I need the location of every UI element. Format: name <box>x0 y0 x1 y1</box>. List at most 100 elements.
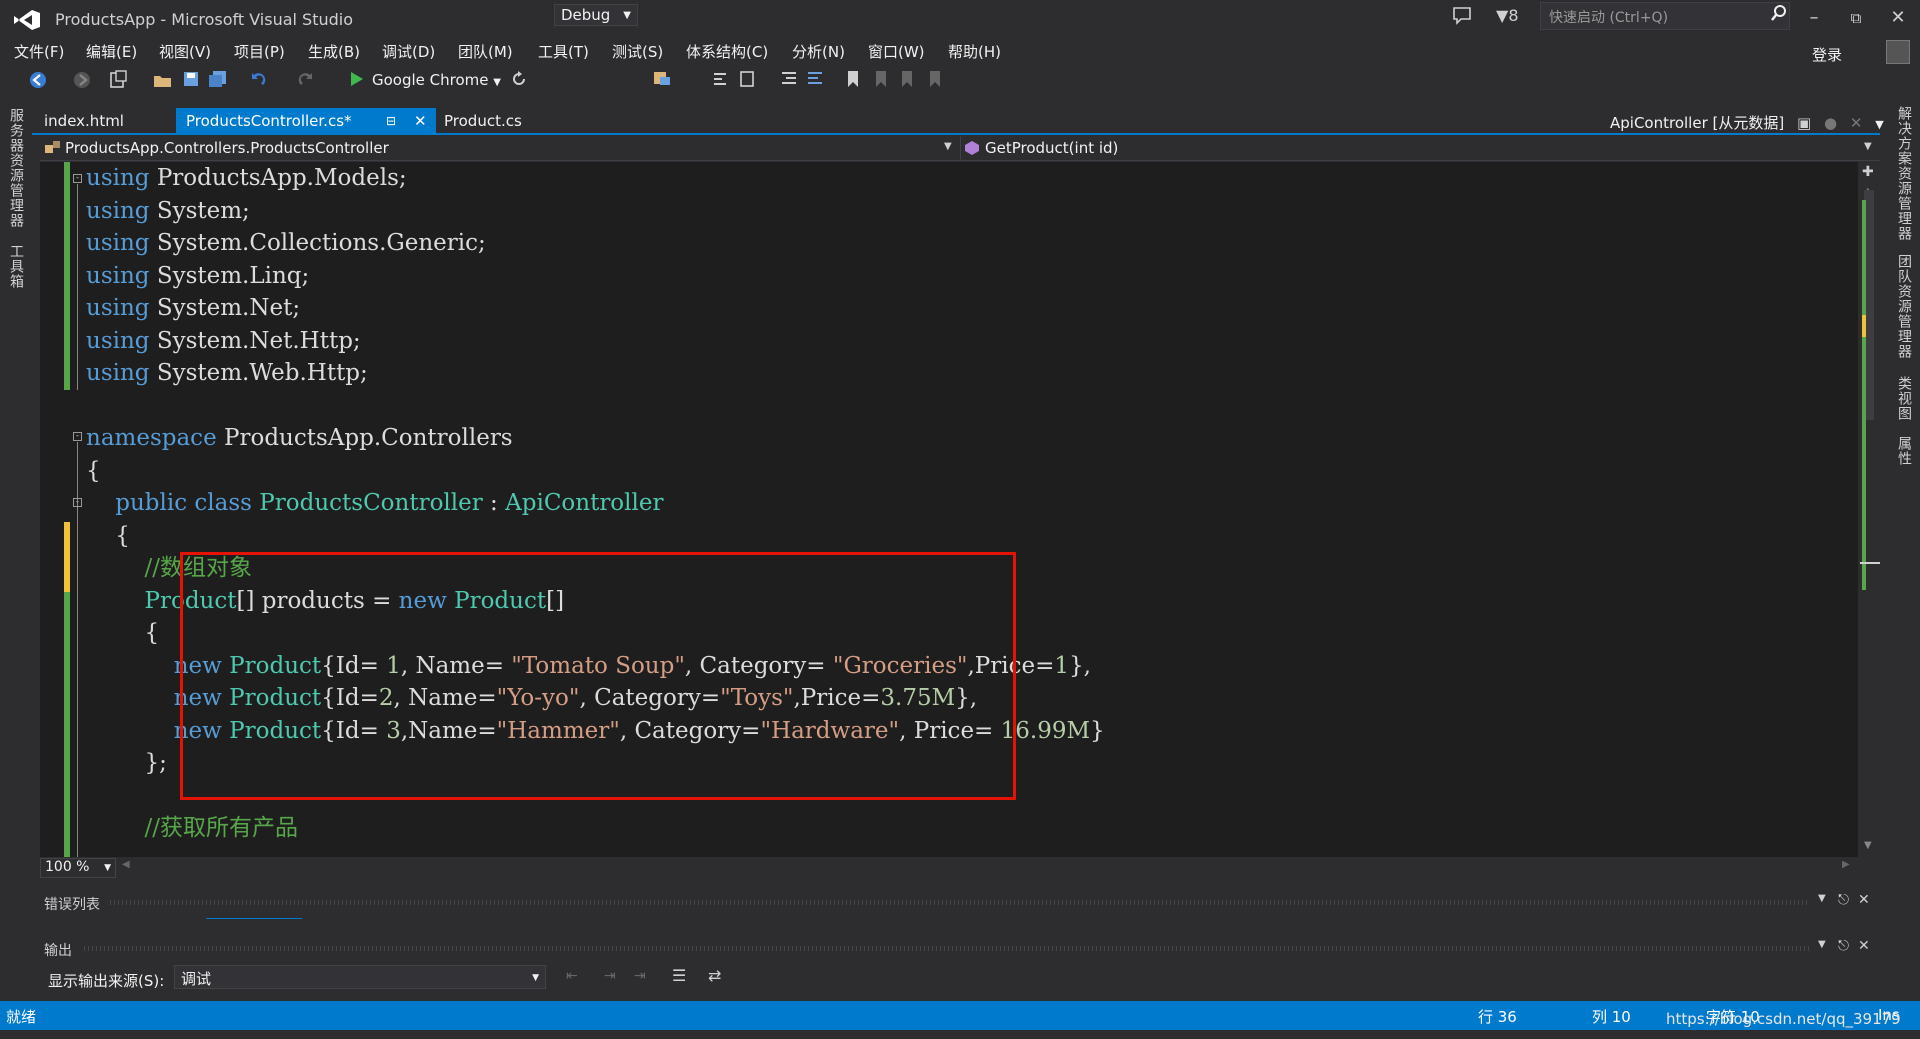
chevron-down-icon[interactable]: ▼ <box>1864 141 1872 152</box>
clear-bookmarks-icon[interactable] <box>928 70 944 92</box>
server-explorer-tab[interactable]: 服务器资源管理器 <box>6 108 26 228</box>
class-view-tab[interactable]: 类视图 <box>1894 376 1914 421</box>
code-line[interactable]: using ProductsApp.Models; <box>86 162 407 194</box>
code-line[interactable]: using System.Linq; <box>86 260 309 292</box>
tab-products-controller[interactable]: ProductsController.cs* ⊟ ✕ <box>176 108 436 134</box>
error-list-title[interactable]: 错误列表 <box>44 894 100 914</box>
code-line[interactable]: namespace ProductsApp.Controllers <box>86 422 513 454</box>
code-line[interactable]: { <box>86 520 130 552</box>
open-file-icon[interactable] <box>152 70 174 90</box>
next-message-icon[interactable]: ⇥ <box>634 968 646 984</box>
pin-icon[interactable]: ⎋ <box>1838 938 1849 954</box>
output-panel-title[interactable]: 输出 <box>44 940 72 960</box>
find-message-icon[interactable]: ⇤ <box>566 968 578 984</box>
chevron-down-icon[interactable]: ▼ <box>944 141 952 152</box>
chevron-down-icon[interactable]: ▼ <box>1818 893 1826 904</box>
menu-build[interactable]: 生成(B) <box>308 41 360 62</box>
solution-explorer-tab[interactable]: 解决方案资源管理器 <box>1894 106 1914 241</box>
menu-edit[interactable]: 编辑(E) <box>86 41 137 62</box>
code-line[interactable]: { <box>86 455 101 487</box>
chevron-down-icon[interactable]: ▼ <box>1875 118 1883 131</box>
preview-tab[interactable]: ApiController [从元数据] ▣ ● ✕ ▼ <box>1610 112 1884 133</box>
start-debugging-icon[interactable] <box>350 71 364 91</box>
scroll-down-icon[interactable]: ▼ <box>1864 840 1872 851</box>
account-avatar[interactable] <box>1886 40 1910 64</box>
close-tab-icon[interactable]: ✕ <box>414 108 427 134</box>
scroll-right-icon[interactable]: ▶ <box>1842 859 1850 870</box>
step-over-icon[interactable] <box>738 70 758 92</box>
menu-architecture[interactable]: 体系结构(C) <box>686 41 768 62</box>
collapse-icon[interactable]: - <box>73 174 82 183</box>
quick-launch-input[interactable]: 快速启动 (Ctrl+Q) <box>1540 2 1790 30</box>
undo-icon[interactable] <box>248 70 268 90</box>
code-line[interactable]: using System.Web.Http; <box>86 357 368 389</box>
tab-product-cs[interactable]: Product.cs <box>434 108 532 134</box>
menu-test[interactable]: 测试(S) <box>612 41 663 62</box>
redo-icon[interactable] <box>296 70 316 90</box>
collapse-icon[interactable]: - <box>73 498 82 507</box>
member-dropdown[interactable]: GetProduct(int id) <box>985 139 1118 157</box>
menu-project[interactable]: 项目(P) <box>234 41 285 62</box>
toolbox-tab[interactable]: 工具箱 <box>6 244 26 289</box>
save-icon[interactable] <box>182 70 200 90</box>
close-panel-icon[interactable]: ✕ <box>1858 938 1870 954</box>
code-line[interactable]: }; <box>86 747 166 779</box>
new-project-icon[interactable] <box>108 70 130 90</box>
menu-debug[interactable]: 调试(D) <box>382 41 435 62</box>
collapse-icon[interactable]: - <box>73 432 82 441</box>
code-line[interactable]: using System.Collections.Generic; <box>86 227 486 259</box>
navigate-back-icon[interactable] <box>28 70 48 90</box>
solution-configuration-dropdown[interactable]: Debug ▼ <box>554 4 638 26</box>
comment-out-icon[interactable] <box>780 70 798 92</box>
code-line[interactable]: { <box>86 617 159 649</box>
navigate-forward-icon[interactable] <box>72 70 92 90</box>
menu-analyze[interactable]: 分析(N) <box>792 41 845 62</box>
properties-tab[interactable]: 属性 <box>1894 436 1914 466</box>
menu-window[interactable]: 窗口(W) <box>868 41 925 62</box>
pin-icon[interactable]: ⊟ <box>386 108 396 134</box>
restore-button[interactable]: ⧉ <box>1838 4 1874 32</box>
keep-open-icon[interactable]: ▣ <box>1797 114 1811 132</box>
save-all-icon[interactable] <box>208 70 228 90</box>
attach-icon[interactable] <box>652 70 674 92</box>
close-button[interactable]: ✕ <box>1880 4 1916 32</box>
word-wrap-icon[interactable]: ⇄ <box>708 966 721 985</box>
pin-icon[interactable]: ⎋ <box>1838 892 1849 908</box>
refresh-icon[interactable] <box>510 70 528 92</box>
previous-message-icon[interactable]: ⇥ <box>604 968 616 984</box>
code-line[interactable]: using System; <box>86 195 250 227</box>
search-icon[interactable] <box>1770 4 1788 26</box>
code-line[interactable]: //获取所有产品 <box>86 812 299 844</box>
tab-index-html[interactable]: index.html <box>34 108 134 134</box>
menu-tools[interactable]: 工具(T) <box>538 41 589 62</box>
scroll-left-icon[interactable]: ◀ <box>122 859 130 870</box>
chevron-down-icon[interactable]: ▼ <box>1818 939 1826 950</box>
sign-in-link[interactable]: 登录 <box>1812 44 1842 65</box>
menu-file[interactable]: 文件(F) <box>14 41 64 62</box>
type-dropdown[interactable]: ProductsApp.Controllers.ProductsControll… <box>65 139 389 157</box>
next-bookmark-icon[interactable] <box>900 70 914 92</box>
bookmark-icon[interactable] <box>846 70 860 92</box>
previous-bookmark-icon[interactable] <box>874 70 888 92</box>
uncomment-icon[interactable] <box>806 70 824 92</box>
horizontal-scrollbar[interactable] <box>116 858 1858 878</box>
menu-view[interactable]: 视图(V) <box>159 41 211 62</box>
code-editor[interactable]: - - - using ProductsApp.Models; using Sys… <box>40 162 1858 857</box>
clear-all-icon[interactable]: ☰ <box>672 966 686 985</box>
notifications-icon[interactable] <box>1452 6 1478 28</box>
code-line[interactable]: using System.Net.Http; <box>86 325 361 357</box>
code-line[interactable]: public class ProductsController : ApiCon… <box>86 487 663 519</box>
pin-icon[interactable]: ● <box>1824 114 1837 132</box>
team-explorer-tab[interactable]: 团队资源管理器 <box>1894 254 1914 359</box>
run-target-dropdown[interactable]: Google Chrome ▼ <box>372 71 501 89</box>
minimize-button[interactable]: – <box>1796 4 1832 32</box>
split-window-icon[interactable]: ✚ <box>1862 164 1874 180</box>
output-source-dropdown[interactable]: 调试 ▼ <box>174 965 546 989</box>
close-panel-icon[interactable]: ✕ <box>1858 892 1870 908</box>
menu-team[interactable]: 团队(M) <box>458 41 513 62</box>
zoom-level-dropdown[interactable]: 100 % ▼ <box>40 858 116 878</box>
close-preview-icon[interactable]: ✕ <box>1850 114 1863 132</box>
feedback-filter[interactable]: ▼8 <box>1496 6 1519 25</box>
code-line[interactable]: using System.Net; <box>86 292 300 324</box>
menu-help[interactable]: 帮助(H) <box>948 41 1001 62</box>
